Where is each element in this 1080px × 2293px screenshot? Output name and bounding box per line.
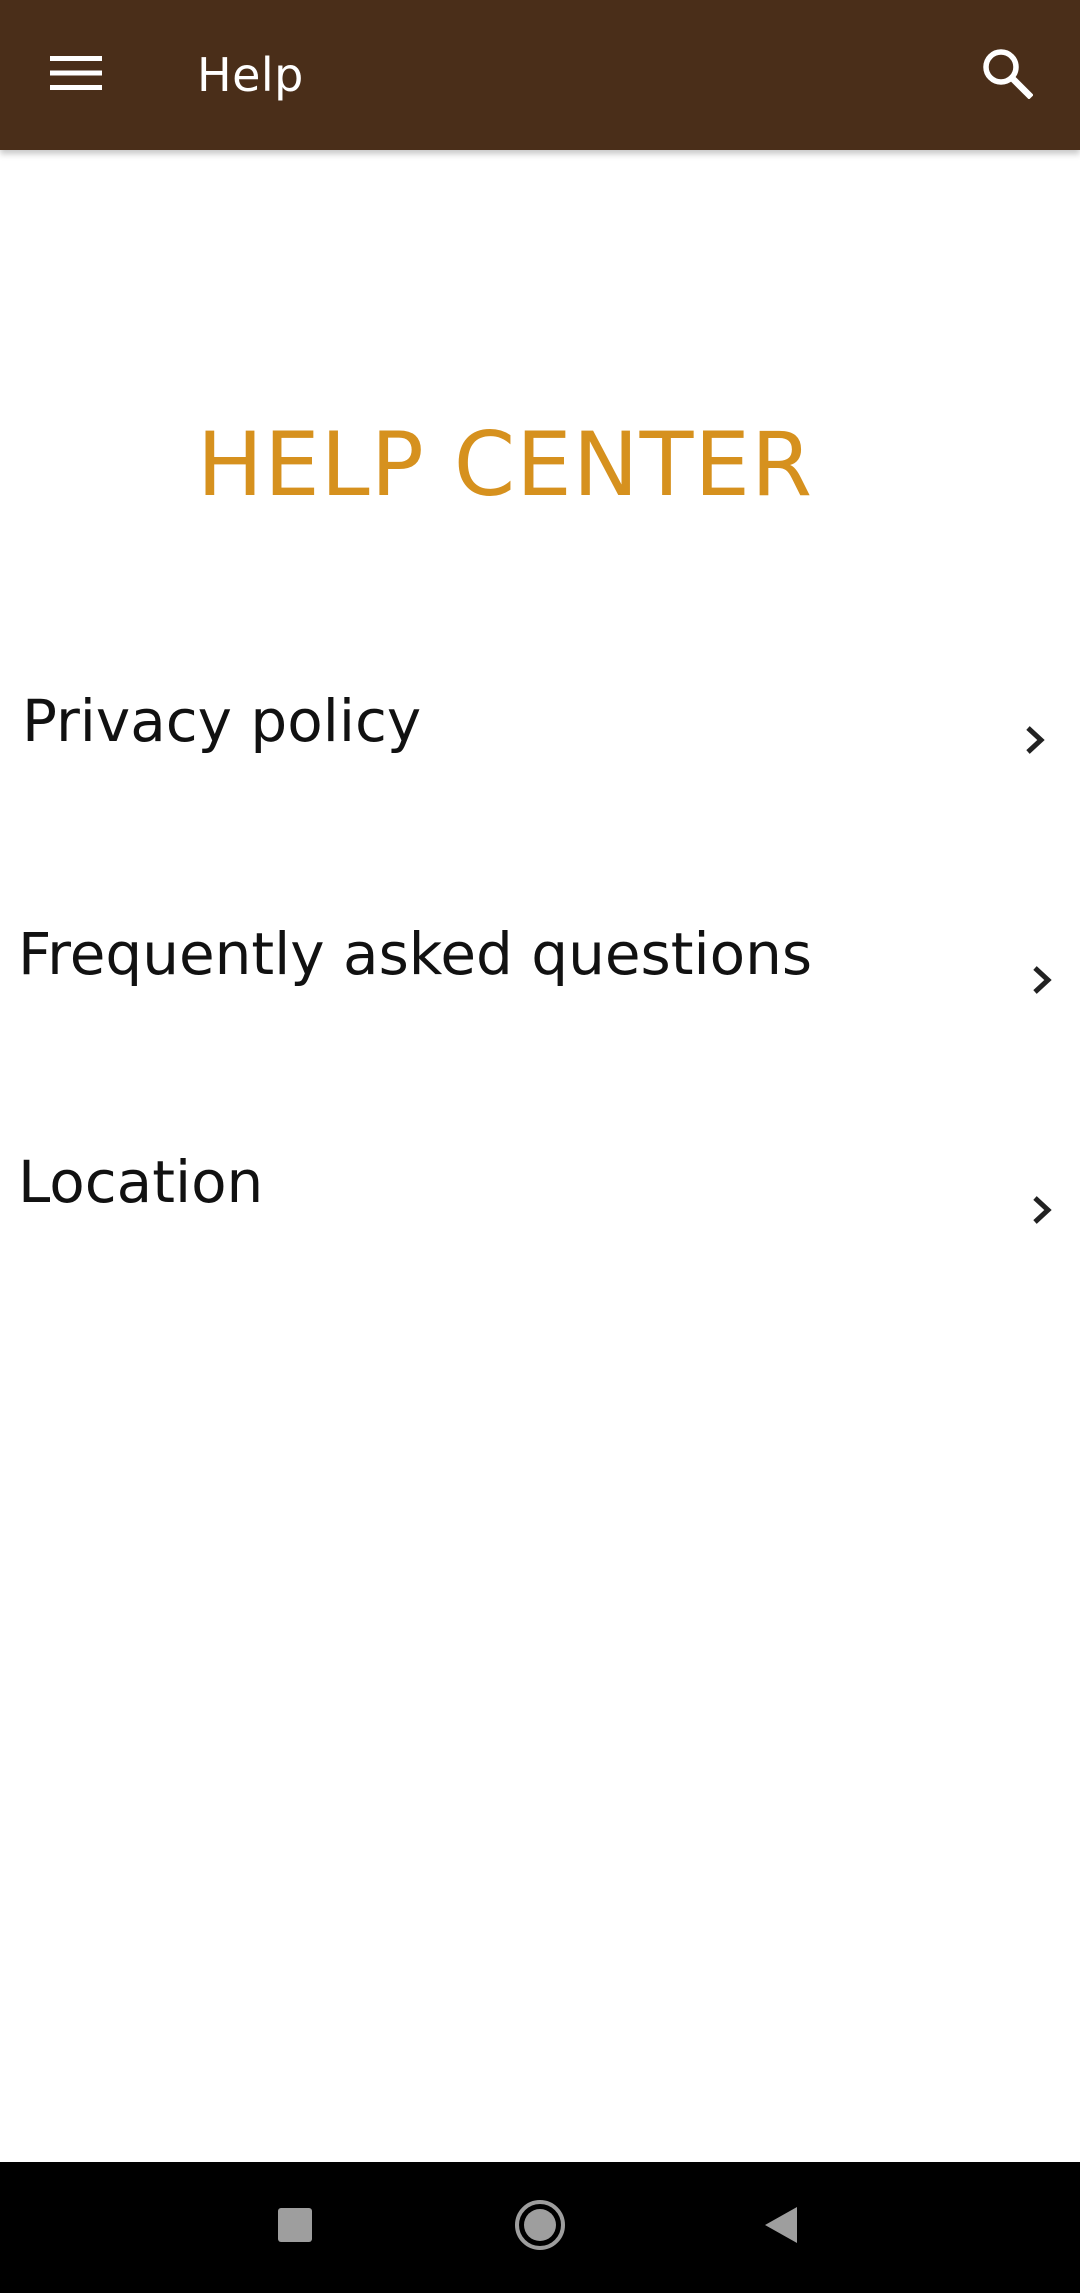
home-button[interactable] — [495, 2182, 585, 2272]
recents-button[interactable] — [250, 2182, 340, 2272]
menu-item-label: Frequently asked questions — [18, 920, 813, 988]
chevron-right-icon — [1022, 960, 1062, 1000]
menu-button[interactable] — [28, 30, 124, 120]
chevron-right-icon — [1015, 720, 1055, 760]
menu-item-faq[interactable]: Frequently asked questions — [0, 870, 1080, 1050]
triangle-back-icon — [752, 2195, 812, 2259]
top-app-bar: Help — [0, 0, 1080, 150]
system-navigation-bar — [0, 2162, 1080, 2293]
menu-item-location[interactable]: Location — [0, 1098, 1080, 1278]
chevron-right-icon — [1022, 1190, 1062, 1230]
menu-item-label: Privacy policy — [22, 687, 422, 755]
menu-item-privacy-policy[interactable]: Privacy policy — [0, 635, 1080, 815]
search-button[interactable] — [962, 30, 1052, 120]
circle-home-icon — [510, 2195, 570, 2259]
square-recents-icon — [265, 2195, 325, 2259]
search-icon — [981, 47, 1034, 103]
hamburger-menu-icon — [48, 53, 104, 97]
help-center-heading: HELP CENTER — [196, 413, 814, 516]
help-screen: Help HELP CENTER Privacy policy Frequent… — [0, 0, 1080, 2293]
page-title: Help — [197, 48, 304, 102]
menu-item-label: Location — [18, 1148, 264, 1216]
back-button[interactable] — [737, 2182, 827, 2272]
